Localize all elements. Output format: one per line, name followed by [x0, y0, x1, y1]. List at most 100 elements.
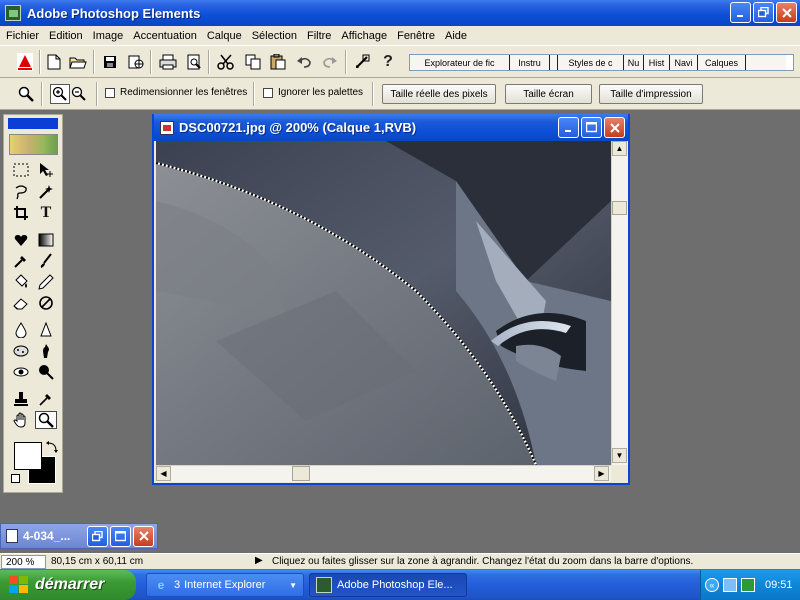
open-folder-icon[interactable] [68, 52, 88, 72]
zoom-in-icon[interactable] [50, 84, 70, 104]
help-icon[interactable]: ? [378, 52, 398, 72]
mindoc-restore-button[interactable] [87, 525, 108, 547]
red-eye-brush-icon[interactable] [10, 363, 32, 381]
doc-maximize-button[interactable] [581, 117, 602, 138]
redo-icon[interactable] [320, 52, 340, 72]
palette-tab-file-browser[interactable]: Explorateur de fic [410, 55, 510, 70]
resize-windows-box[interactable] [105, 87, 115, 98]
scroll-up-arrow-icon[interactable]: ▲ [612, 141, 627, 156]
close-button[interactable] [776, 2, 797, 23]
zoom-out-icon[interactable] [69, 84, 89, 104]
scroll-down-arrow-icon[interactable]: ▼ [612, 448, 627, 463]
pencil-tool-icon[interactable] [35, 273, 57, 291]
network-icon[interactable] [723, 578, 737, 592]
status-menu-arrow-icon[interactable]: ▶ [255, 555, 263, 566]
undo-icon[interactable] [294, 52, 314, 72]
mindoc-close-button[interactable] [133, 525, 154, 547]
photo-image[interactable] [156, 141, 611, 465]
move-tool-icon[interactable] [35, 161, 57, 179]
foreground-color-swatch[interactable] [14, 442, 42, 470]
blur-tool-icon[interactable] [10, 321, 32, 339]
taskbar-internet-explorer[interactable]: e 3 Internet Explorer ▼ [146, 573, 304, 597]
paste-icon[interactable] [268, 52, 288, 72]
menu-fichier[interactable]: Fichier [2, 30, 45, 42]
menu-edition[interactable]: Edition [45, 30, 89, 42]
adobe-logo-icon[interactable] [15, 52, 35, 72]
palette-tab-layers[interactable]: Calques [698, 55, 746, 70]
copy-icon[interactable] [243, 52, 263, 72]
taskbar-photoshop-elements[interactable]: Adobe Photoshop Ele... [309, 573, 467, 597]
sharpen-tool-icon[interactable] [35, 321, 57, 339]
toolbox-header[interactable] [8, 118, 58, 129]
menu-selection[interactable]: Sélection [248, 30, 303, 42]
menu-filtre[interactable]: Filtre [303, 30, 337, 42]
menu-fenetre[interactable]: Fenêtre [393, 30, 441, 42]
menu-image[interactable]: Image [89, 30, 130, 42]
menu-aide[interactable]: Aide [441, 30, 473, 42]
document-title-bar[interactable]: DSC00721.jpg @ 200% (Calque 1,RVB) [154, 114, 628, 141]
app-title-bar[interactable]: Adobe Photoshop Elements [0, 0, 800, 26]
restore-button[interactable] [753, 2, 774, 23]
resize-windows-checkbox[interactable]: Redimensionner les fenêtres [105, 87, 247, 98]
palette-tab-navigator[interactable]: Navi [670, 55, 698, 70]
horizontal-scrollbar[interactable]: ◀ ▶ [156, 465, 611, 482]
crop-tool-icon[interactable] [10, 204, 32, 222]
doc-minimize-button[interactable] [558, 117, 579, 138]
eraser-tool-icon[interactable] [10, 294, 32, 312]
zoom-tool-icon[interactable] [35, 411, 57, 429]
eyedropper-tool-icon[interactable] [10, 252, 32, 270]
start-button[interactable]: démarrer [0, 570, 136, 600]
palette-tab-more[interactable] [746, 55, 786, 70]
palette-tab-instructions[interactable]: Instru [510, 55, 550, 70]
sponge-tool-icon[interactable] [10, 342, 32, 360]
image-canvas[interactable] [156, 141, 611, 465]
smudge-tool-icon[interactable] [35, 342, 57, 360]
minimize-button[interactable] [730, 2, 751, 23]
paint-bucket-icon[interactable] [10, 273, 32, 291]
step-backward-icon[interactable] [352, 52, 372, 72]
menu-affichage[interactable]: Affichage [337, 30, 393, 42]
custom-shape-icon[interactable] [10, 231, 32, 249]
doc-close-button[interactable] [604, 117, 625, 138]
resize-grip[interactable] [611, 465, 628, 482]
brush-tool-icon[interactable] [35, 252, 57, 270]
dodge-tool-icon[interactable] [35, 363, 57, 381]
swap-colors-icon[interactable] [46, 441, 58, 456]
hand-tool-icon[interactable] [10, 411, 32, 429]
save-icon[interactable] [100, 52, 120, 72]
cut-icon[interactable] [216, 52, 236, 72]
ignore-palettes-checkbox[interactable]: Ignorer les palettes [263, 87, 363, 98]
type-tool-icon[interactable]: T [35, 204, 57, 222]
menu-calque[interactable]: Calque [203, 30, 248, 42]
save-for-web-icon[interactable] [126, 52, 146, 72]
zoom-level-field[interactable]: 200 % [1, 555, 46, 569]
vertical-scroll-thumb[interactable] [612, 201, 627, 215]
magic-wand-icon[interactable] [35, 183, 57, 201]
palette-tab-swatches[interactable]: Nu [624, 55, 644, 70]
print-preview-icon[interactable] [184, 52, 204, 72]
minimized-document[interactable]: 4-034_... [0, 523, 158, 549]
new-file-icon[interactable] [44, 52, 64, 72]
print-icon[interactable] [158, 52, 178, 72]
mindoc-maximize-button[interactable] [110, 525, 131, 547]
clone-stamp-icon[interactable] [10, 390, 32, 408]
security-icon[interactable] [741, 578, 755, 592]
scroll-left-arrow-icon[interactable]: ◀ [156, 466, 171, 481]
marquee-tool-icon[interactable] [10, 161, 32, 179]
ignore-palettes-box[interactable] [263, 87, 273, 98]
gradient-tool-icon[interactable] [35, 231, 57, 249]
horizontal-scroll-thumb[interactable] [292, 466, 310, 481]
default-colors-icon[interactable] [11, 474, 20, 483]
zoom-tool-icon[interactable] [16, 84, 36, 104]
color-sampler-icon[interactable] [35, 390, 57, 408]
print-size-button[interactable]: Taille d'impression [599, 84, 703, 104]
menu-accentuation[interactable]: Accentuation [129, 30, 203, 42]
tray-expand-icon[interactable]: « [705, 578, 719, 592]
vertical-scrollbar[interactable]: ▲ ▼ [611, 141, 628, 465]
palette-tab-layer-styles[interactable]: Styles de c [558, 55, 624, 70]
lasso-tool-icon[interactable] [10, 183, 32, 201]
fit-screen-button[interactable]: Taille écran [505, 84, 592, 104]
palette-tab-history[interactable]: Hist [644, 55, 670, 70]
actual-pixels-button[interactable]: Taille réelle des pixels [382, 84, 496, 104]
impressionist-brush-icon[interactable] [35, 294, 57, 312]
